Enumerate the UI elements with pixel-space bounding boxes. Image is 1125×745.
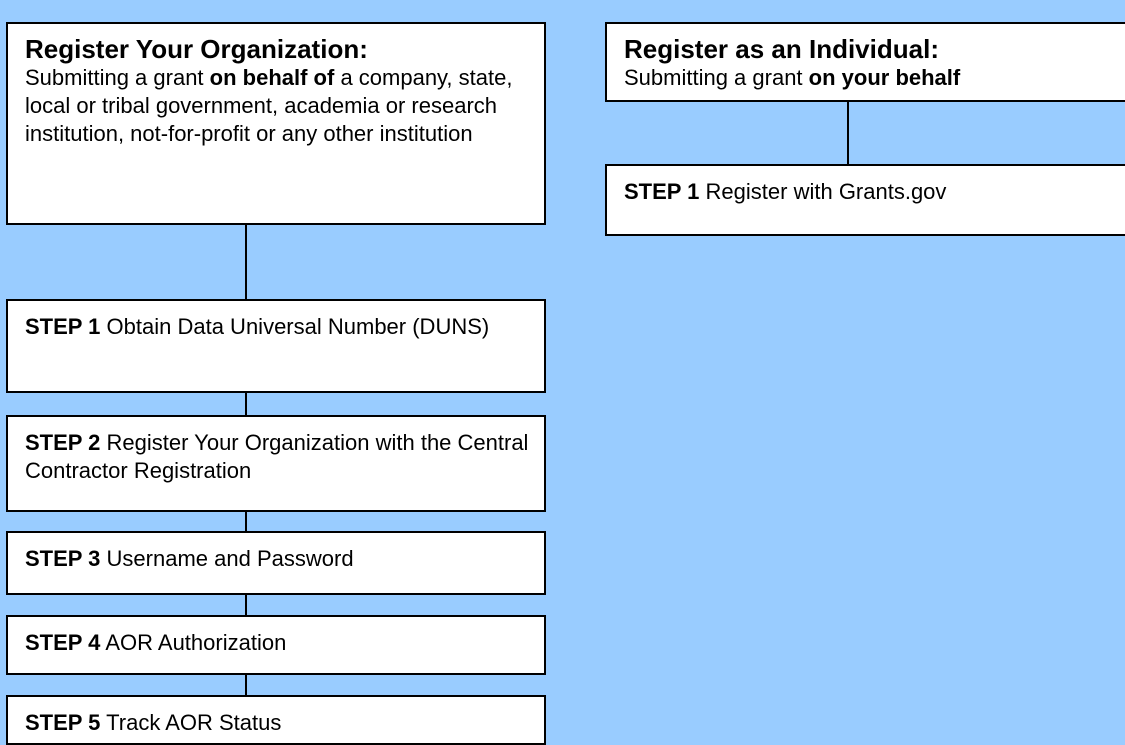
- org-step-5-box: STEP 5 Track AOR Status: [6, 695, 546, 745]
- individual-description-emphasis: on your behalf: [808, 65, 961, 90]
- org-step-5-label: STEP 5: [25, 710, 101, 735]
- org-connector-1: [245, 393, 247, 415]
- org-step-4-box: STEP 4 AOR Authorization: [6, 615, 546, 675]
- individual-step-1-text: Register with Grants.gov: [705, 179, 947, 204]
- org-step-1-box: STEP 1 Obtain Data Universal Number (DUN…: [6, 299, 546, 393]
- org-step-1-label: STEP 1: [25, 314, 101, 339]
- org-connector-3: [245, 595, 247, 615]
- org-step-3-box: STEP 3 Username and Password: [6, 531, 546, 595]
- org-step-2-text: Register Your Organization with the Cent…: [25, 430, 529, 483]
- org-step-4-text: AOR Authorization: [105, 630, 287, 655]
- org-step-3-label: STEP 3: [25, 546, 101, 571]
- org-connector-2: [245, 512, 247, 531]
- individual-header-box: Register as an Individual: Submitting a …: [605, 22, 1125, 102]
- org-step-4-label: STEP 4: [25, 630, 101, 655]
- individual-connector-header: [847, 102, 849, 164]
- org-step-2-label: STEP 2: [25, 430, 101, 455]
- org-connector-4: [245, 675, 247, 695]
- org-step-1-text: Obtain Data Universal Number (DUNS): [106, 314, 490, 339]
- org-connector-header: [245, 225, 247, 299]
- org-step-3-text: Username and Password: [106, 546, 354, 571]
- org-step-5-text: Track AOR Status: [106, 710, 282, 735]
- individual-step-1-label: STEP 1: [624, 179, 700, 204]
- individual-title: Register as an Individual:: [624, 34, 939, 64]
- org-description-emphasis: on behalf of: [209, 65, 335, 90]
- org-title: Register Your Organization:: [25, 34, 368, 64]
- individual-step-1-box: STEP 1 Register with Grants.gov: [605, 164, 1125, 236]
- org-step-2-box: STEP 2 Register Your Organization with t…: [6, 415, 546, 512]
- org-header-box: Register Your Organization: Submitting a…: [6, 22, 546, 225]
- individual-description: Submitting a grant on your behalf: [624, 65, 961, 90]
- org-description: Submitting a grant on behalf of a compan…: [25, 65, 513, 146]
